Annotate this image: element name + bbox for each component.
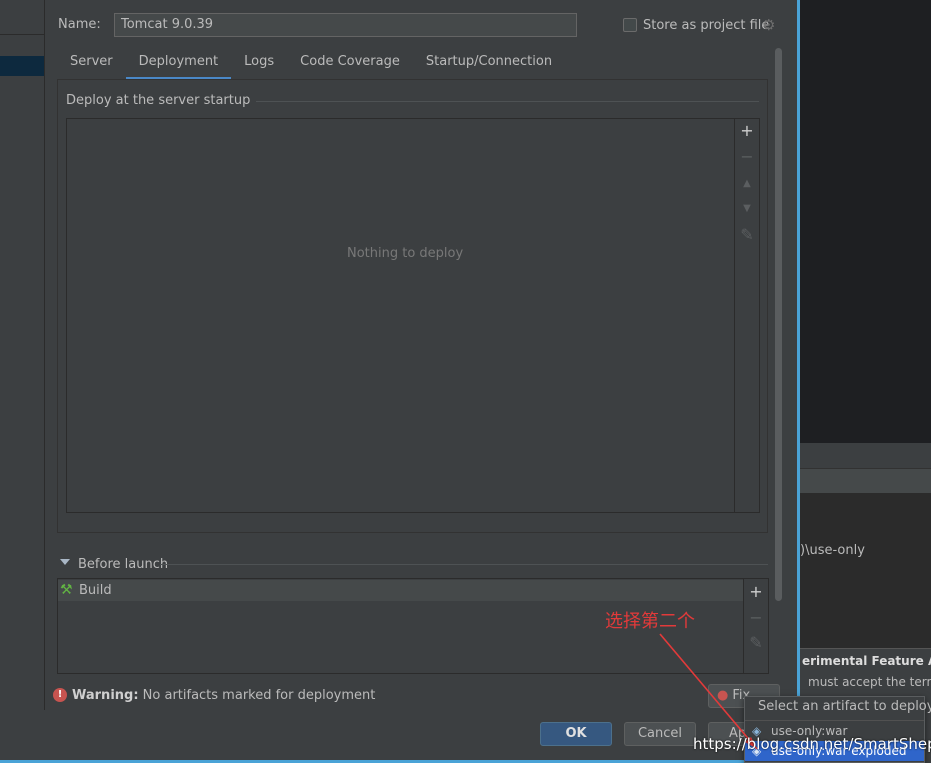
move-up-button[interactable]: ▲: [737, 174, 757, 194]
edit-artifact-button[interactable]: ✎: [737, 225, 757, 245]
background-editor: [800, 0, 931, 443]
before-launch-divider: [160, 564, 768, 565]
before-launch-label[interactable]: Before launch: [78, 557, 168, 572]
deploy-group-title: Deploy at the server startup: [66, 93, 257, 108]
empty-deploy-text: Nothing to deploy: [347, 246, 464, 261]
warning-text: No artifacts marked for deployment: [138, 688, 376, 703]
chevron-down-icon[interactable]: [60, 559, 70, 565]
tab-startup-connection[interactable]: Startup/Connection: [413, 48, 565, 80]
tab-code-coverage[interactable]: Code Coverage: [287, 48, 413, 80]
vertical-scrollbar[interactable]: [775, 48, 782, 601]
tab-deployment[interactable]: Deployment: [125, 48, 232, 80]
gear-icon[interactable]: ⚙: [762, 17, 778, 33]
hammer-icon: ⚒: [60, 582, 73, 598]
tab-bar: Server Deployment Logs Code Coverage Sta…: [57, 48, 565, 80]
background-tool-subheader: [800, 469, 931, 493]
move-down-button[interactable]: ▼: [737, 199, 757, 219]
screen: )\use-only erimental Feature Al must acc…: [0, 0, 931, 763]
ok-button[interactable]: OK: [540, 722, 612, 746]
warning-bold: Warning:: [72, 688, 139, 703]
add-task-button[interactable]: +: [746, 582, 766, 602]
name-input[interactable]: Tomcat 9.0.39: [114, 13, 577, 37]
tree-divider: [0, 34, 44, 35]
tree-selected-item[interactable]: [0, 56, 44, 76]
warning-message: Warning: No artifacts marked for deploym…: [72, 688, 375, 703]
background-console: [800, 493, 931, 648]
edit-task-button[interactable]: ✎: [746, 633, 766, 653]
before-launch-item-build[interactable]: [58, 580, 743, 601]
configurations-tree[interactable]: [0, 0, 45, 710]
remove-task-button[interactable]: −: [746, 608, 766, 628]
background-ide: [800, 0, 931, 763]
remove-artifact-button[interactable]: −: [737, 147, 757, 167]
background-tool-header: [800, 443, 931, 469]
notification-title: erimental Feature Al: [802, 654, 931, 668]
warning-icon: !: [53, 688, 67, 702]
tab-server[interactable]: Server: [57, 48, 126, 80]
store-as-project-file-label: Store as project file: [643, 18, 770, 33]
cancel-button[interactable]: Cancel: [624, 722, 696, 746]
error-bulb-icon: ●: [717, 688, 729, 703]
deploy-artifact-list[interactable]: [66, 118, 760, 513]
console-line: )\use-only: [800, 543, 865, 558]
group-divider: [236, 101, 759, 102]
notification-text: must accept the term: [808, 675, 931, 689]
add-artifact-button[interactable]: +: [737, 121, 757, 141]
build-label: Build: [79, 583, 112, 598]
name-label: Name:: [58, 17, 101, 32]
annotation-text: 选择第二个: [605, 611, 695, 632]
popup-title: Select an artifact to deploy: [758, 699, 931, 714]
store-as-project-file-checkbox[interactable]: [623, 18, 637, 32]
watermark: https://blog.csdn.net/SmartShepi: [693, 735, 931, 753]
tab-logs[interactable]: Logs: [231, 48, 287, 80]
